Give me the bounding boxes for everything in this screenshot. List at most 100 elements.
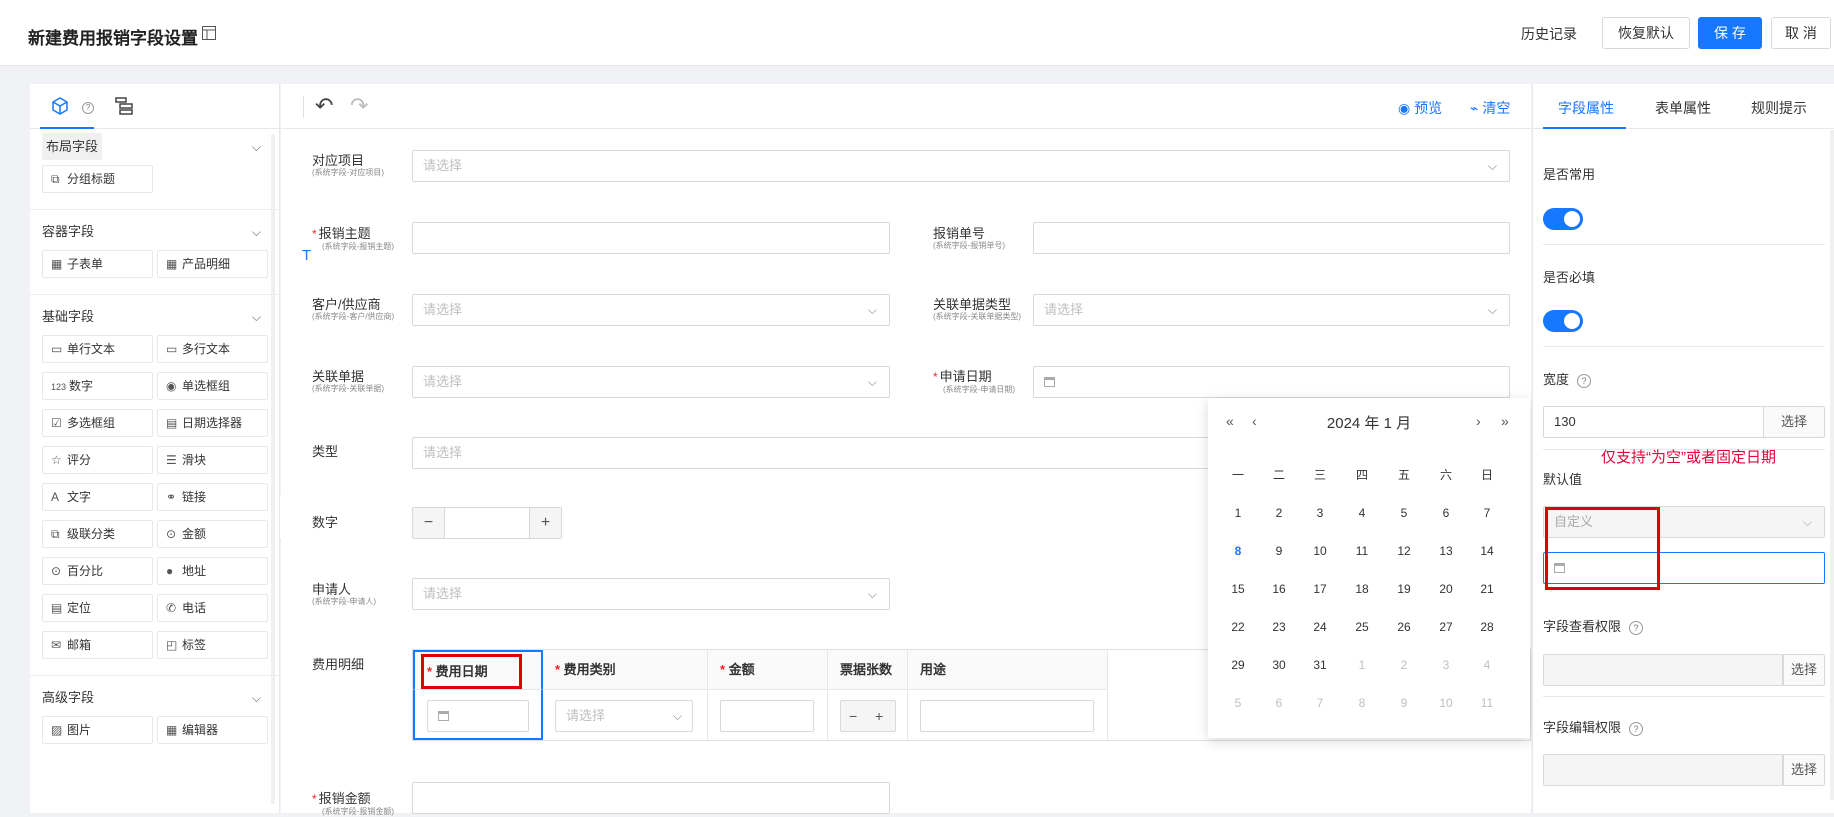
calendar-day[interactable]: 28 — [1467, 620, 1507, 634]
column-header-category[interactable]: * 费用类别 — [543, 650, 708, 690]
related-doc-select[interactable]: 请选择 ⌵ — [412, 366, 890, 398]
required-toggle[interactable] — [1543, 310, 1583, 332]
palette-item[interactable]: ▤ 日期选择器 — [157, 409, 268, 437]
edit-permission-select-button[interactable]: 选择 — [1783, 754, 1825, 786]
calendar-day[interactable]: 31 — [1300, 658, 1340, 672]
palette-item[interactable]: ☰ 滑块 — [157, 446, 268, 474]
calendar-day[interactable]: 12 — [1384, 544, 1424, 558]
history-link[interactable]: 历史记录 — [1521, 24, 1577, 44]
calendar-day[interactable]: 11 — [1467, 696, 1507, 710]
calendar-day[interactable]: 30 — [1259, 658, 1299, 672]
save-button[interactable]: 保 存 — [1698, 17, 1762, 49]
calendar-day[interactable]: 4 — [1467, 658, 1507, 672]
palette-item[interactable]: ◉ 单选框组 — [157, 372, 268, 400]
palette-item[interactable]: ◰ 标签 — [157, 631, 268, 659]
calendar-day[interactable]: 16 — [1259, 582, 1299, 596]
palette-item[interactable]: ✆ 电话 — [157, 594, 268, 622]
view-permission-select-button[interactable]: 选择 — [1783, 654, 1825, 686]
calendar-day[interactable]: 8 — [1342, 696, 1382, 710]
layout-icon[interactable] — [202, 26, 216, 40]
calendar-day[interactable]: 4 — [1342, 506, 1382, 520]
section-header[interactable]: 布局字段 ⌵ — [30, 129, 279, 165]
calendar-day[interactable]: 6 — [1259, 696, 1299, 710]
width-input[interactable]: 130 — [1543, 406, 1764, 438]
subject-input[interactable] — [412, 222, 890, 254]
calendar-day[interactable]: 7 — [1467, 506, 1507, 520]
palette-item[interactable]: ▤ 定位 — [42, 594, 153, 622]
width-select-button[interactable]: 选择 — [1763, 406, 1825, 438]
next-year-button[interactable]: » — [1501, 413, 1509, 429]
tab-form-props[interactable]: 表单属性 — [1655, 98, 1711, 118]
expense-category-select[interactable]: 请选择 ⌵ — [555, 700, 693, 732]
preview-button[interactable]: ◉ 预览 — [1398, 98, 1442, 118]
column-header-count[interactable]: 票据张数 — [828, 650, 908, 690]
calendar-day[interactable]: 11 — [1342, 544, 1382, 558]
palette-item[interactable]: ▭ 单行文本 — [42, 335, 153, 363]
calendar-title[interactable]: 2024 年 1 月 — [1208, 412, 1530, 433]
chevron-down-icon[interactable]: ⌵ — [252, 214, 261, 250]
number-stepper[interactable]: − + — [412, 507, 562, 539]
cancel-button[interactable]: 取 消 — [1771, 17, 1831, 49]
palette-item[interactable]: ⚭ 链接 — [157, 483, 268, 511]
calendar-day[interactable]: 10 — [1300, 544, 1340, 558]
calendar-day[interactable]: 5 — [1218, 696, 1258, 710]
tab-rule-hints[interactable]: 规则提示 — [1751, 98, 1807, 118]
properties-scrollbar[interactable] — [1830, 130, 1834, 800]
calendar-day[interactable]: 2 — [1384, 658, 1424, 672]
customer-select[interactable]: 请选择 ⌵ — [412, 294, 890, 326]
expense-no-input[interactable] — [1033, 222, 1510, 254]
calendar-day[interactable]: 13 — [1426, 544, 1466, 558]
applicant-select[interactable]: 请选择 ⌵ — [412, 578, 890, 610]
calendar-day[interactable]: 22 — [1218, 620, 1258, 634]
outline-tree-icon[interactable] — [114, 96, 134, 116]
calendar-day[interactable]: 23 — [1259, 620, 1299, 634]
calendar-day[interactable]: 18 — [1342, 582, 1382, 596]
calendar-day[interactable]: 5 — [1384, 506, 1424, 520]
palette-item[interactable]: ▦ 子表单 — [42, 250, 153, 278]
redo-icon[interactable]: ↷ — [350, 95, 368, 117]
calendar-day[interactable]: 14 — [1467, 544, 1507, 558]
amount-input[interactable] — [720, 700, 814, 732]
next-month-button[interactable]: › — [1476, 413, 1481, 429]
palette-item[interactable]: ▦ 产品明细 — [157, 250, 268, 278]
palette-item[interactable]: ⧉ 级联分类 — [42, 520, 153, 548]
calendar-day[interactable]: 8 — [1218, 544, 1258, 558]
total-amount-input[interactable] — [412, 782, 890, 814]
palette-item[interactable]: ▨ 图片 — [42, 716, 153, 744]
calendar-day[interactable]: 15 — [1218, 582, 1258, 596]
tab-field-props[interactable]: 字段属性 — [1558, 98, 1614, 118]
palette-item[interactable]: ⊙ 百分比 — [42, 557, 153, 585]
edit-permission-input[interactable] — [1543, 754, 1783, 786]
palette-item[interactable]: ▦ 编辑器 — [157, 716, 268, 744]
calendar-day[interactable]: 27 — [1426, 620, 1466, 634]
clear-button[interactable]: ⌁ 清空 — [1470, 98, 1510, 118]
increment-button[interactable]: + — [875, 701, 883, 731]
chevron-down-icon[interactable]: ⌵ — [252, 680, 261, 716]
decrement-button[interactable]: − — [849, 701, 857, 731]
calendar-day[interactable]: 1 — [1342, 658, 1382, 672]
calendar-day[interactable]: 2 — [1259, 506, 1299, 520]
calendar-day[interactable]: 17 — [1300, 582, 1340, 596]
chevron-down-icon[interactable]: ⌵ — [252, 299, 261, 335]
palette-item[interactable]: ☑ 多选框组 — [42, 409, 153, 437]
related-doc-type-select[interactable]: 请选择 ⌵ — [1033, 294, 1510, 326]
calendar-day[interactable]: 3 — [1426, 658, 1466, 672]
palette-item[interactable]: ⊙ 金额 — [157, 520, 268, 548]
palette-item[interactable]: ☆ 评分 — [42, 446, 153, 474]
calendar-day[interactable]: 7 — [1300, 696, 1340, 710]
calendar-day[interactable]: 6 — [1426, 506, 1466, 520]
section-header[interactable]: 基础字段 ⌵ — [30, 299, 279, 335]
calendar-day[interactable]: 10 — [1426, 696, 1466, 710]
calendar-day[interactable]: 29 — [1218, 658, 1258, 672]
view-permission-input[interactable] — [1543, 654, 1783, 686]
undo-icon[interactable]: ↶ — [315, 95, 333, 117]
column-header-amount[interactable]: * 金额 — [708, 650, 828, 690]
palette-item[interactable]: 123 数字 — [42, 372, 153, 400]
palette-item[interactable]: ▭ 多行文本 — [157, 335, 268, 363]
expense-date-picker[interactable] — [427, 700, 529, 732]
palette-item[interactable]: A 文字 — [42, 483, 153, 511]
calendar-day[interactable]: 3 — [1300, 506, 1340, 520]
chevron-down-icon[interactable]: ⌵ — [252, 129, 261, 165]
section-header[interactable]: 高级字段 ⌵ — [30, 680, 279, 716]
calendar-day[interactable]: 19 — [1384, 582, 1424, 596]
